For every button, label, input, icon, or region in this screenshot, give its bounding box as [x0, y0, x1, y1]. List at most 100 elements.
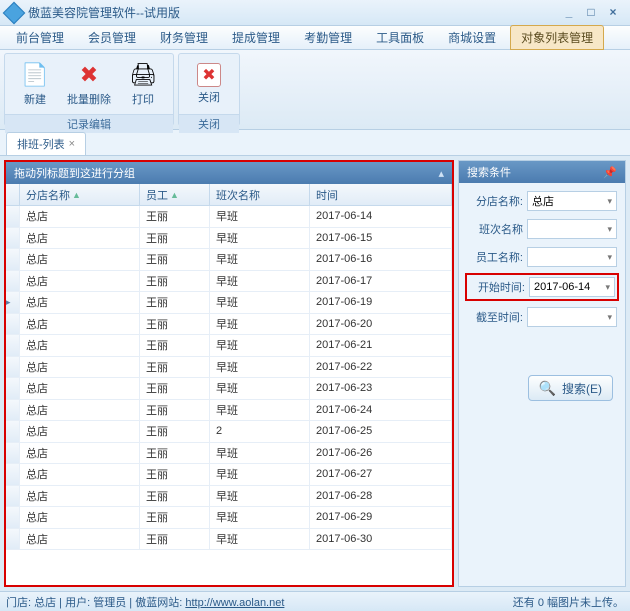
table-row[interactable]: 总店王丽早班2017-06-29 [6, 507, 452, 529]
cell: 总店 [20, 271, 140, 292]
menu-item[interactable]: 工具面板 [366, 26, 434, 49]
chevron-down-icon: ▾ [607, 196, 612, 207]
menu-item[interactable]: 财务管理 [150, 26, 218, 49]
table-row[interactable]: 总店王丽早班2017-06-28 [6, 486, 452, 508]
cell: 2017-06-21 [310, 335, 452, 356]
table-row[interactable]: 总店王丽早班2017-06-15 [6, 228, 452, 250]
status-left: 门店: 总店 | 用户: 管理员 | 傲蓝网站: http://www.aola… [6, 594, 284, 610]
shift-select[interactable]: ▾ [527, 219, 617, 239]
row-indicator [6, 335, 20, 356]
ribbon-button-label: 新建 [24, 91, 46, 107]
cell: 总店 [20, 249, 140, 270]
maximize-button[interactable]: □ [580, 5, 602, 21]
table-row[interactable]: 总店王丽早班2017-06-17 [6, 271, 452, 293]
cell: 早班 [210, 486, 310, 507]
website-link[interactable]: http://www.aolan.net [185, 597, 284, 609]
grid-body[interactable]: 总店王丽早班2017-06-14总店王丽早班2017-06-15总店王丽早班20… [6, 206, 452, 585]
row-indicator [6, 378, 20, 399]
cell: 早班 [210, 507, 310, 528]
table-row[interactable]: 总店王丽22017-06-25 [6, 421, 452, 443]
field-label: 分店名称: [467, 193, 523, 209]
cell: 王丽 [140, 378, 210, 399]
table-row[interactable]: 总店王丽早班2017-06-30 [6, 529, 452, 551]
ribbon-button-label: 关闭 [198, 89, 220, 105]
cell: 总店 [20, 400, 140, 421]
row-indicator [6, 271, 20, 292]
table-row[interactable]: 总店王丽早班2017-06-14 [6, 206, 452, 228]
cell: 早班 [210, 314, 310, 335]
field-store: 分店名称: 总店▾ [467, 191, 617, 211]
minimize-button[interactable]: _ [558, 5, 580, 21]
field-label: 员工名称: [467, 249, 523, 265]
table-row[interactable]: 总店王丽早班2017-06-26 [6, 443, 452, 465]
cell: 2017-06-16 [310, 249, 452, 270]
cell: 王丽 [140, 400, 210, 421]
cell: 总店 [20, 335, 140, 356]
sort-asc-icon: ▲ [72, 190, 81, 200]
menu-item[interactable]: 提成管理 [222, 26, 290, 49]
cell: 早班 [210, 249, 310, 270]
status-right: 还有 0 幅图片未上传。 [513, 594, 624, 610]
row-indicator [6, 249, 20, 270]
cell: 王丽 [140, 292, 210, 313]
search-button[interactable]: 🔍 搜索(E) [528, 375, 613, 401]
ribbon-group-label: 记录编辑 [5, 114, 173, 133]
menu-item[interactable]: 会员管理 [78, 26, 146, 49]
pin-icon[interactable]: 📌 [603, 166, 617, 179]
batch-del-button[interactable]: ✖批量删除 [65, 56, 113, 112]
store-select[interactable]: 总店▾ [527, 191, 617, 211]
menu-item[interactable]: 前台管理 [6, 26, 74, 49]
close-window-button[interactable]: × [602, 5, 624, 21]
column-header-store[interactable]: 分店名称▲ [20, 184, 140, 205]
table-row[interactable]: 总店王丽早班2017-06-16 [6, 249, 452, 271]
cell: 王丽 [140, 357, 210, 378]
table-row[interactable]: 总店王丽早班2017-06-20 [6, 314, 452, 336]
row-indicator [6, 292, 20, 313]
grid-header: 分店名称▲ 员工▲ 班次名称 时间 [6, 184, 452, 206]
print-button[interactable]: 🖨打印 [119, 56, 167, 112]
close-icon[interactable]: × [69, 138, 75, 150]
search-icon: 🔍 [539, 380, 556, 397]
column-header-shift[interactable]: 班次名称 [210, 184, 310, 205]
cell: 2017-06-14 [310, 206, 452, 227]
menu-item[interactable]: 商城设置 [438, 26, 506, 49]
table-row[interactable]: 总店王丽早班2017-06-22 [6, 357, 452, 379]
table-row[interactable]: 总店王丽早班2017-06-19 [6, 292, 452, 314]
cell: 2017-06-30 [310, 529, 452, 550]
field-label: 班次名称 [467, 221, 523, 237]
field-shift: 班次名称 ▾ [467, 219, 617, 239]
cell: 2017-06-23 [310, 378, 452, 399]
cell: 王丽 [140, 421, 210, 442]
group-by-bar[interactable]: 拖动列标题到这进行分组 ▴ [6, 162, 452, 184]
table-row[interactable]: 总店王丽早班2017-06-21 [6, 335, 452, 357]
end-date-picker[interactable]: ▾ [527, 307, 617, 327]
cell: 王丽 [140, 443, 210, 464]
column-header-date[interactable]: 时间 [310, 184, 452, 205]
start-date-picker[interactable]: 2017-06-14▾ [529, 277, 615, 297]
cell: 总店 [20, 421, 140, 442]
print-icon: 🖨 [129, 61, 157, 89]
chevron-down-icon: ▾ [605, 282, 610, 293]
cell: 王丽 [140, 507, 210, 528]
app-icon [3, 1, 26, 24]
subtab-schedule-list[interactable]: 排班-列表 × [6, 132, 86, 155]
menu-item[interactable]: 考勤管理 [294, 26, 362, 49]
search-button-label: 搜索(E) [562, 380, 602, 397]
table-row[interactable]: 总店王丽早班2017-06-24 [6, 400, 452, 422]
table-row[interactable]: 总店王丽早班2017-06-27 [6, 464, 452, 486]
row-indicator [6, 421, 20, 442]
new-button[interactable]: 📄新建 [11, 56, 59, 112]
subtab-bar: 排班-列表 × [0, 130, 630, 156]
employee-select[interactable]: ▾ [527, 247, 617, 267]
cell: 2017-06-25 [310, 421, 452, 442]
table-row[interactable]: 总店王丽早班2017-06-23 [6, 378, 452, 400]
collapse-icon[interactable]: ▴ [438, 167, 444, 180]
cell: 王丽 [140, 464, 210, 485]
chevron-down-icon: ▾ [607, 224, 612, 235]
column-header-employee[interactable]: 员工▲ [140, 184, 210, 205]
cell: 王丽 [140, 486, 210, 507]
cell: 总店 [20, 292, 140, 313]
menu-item[interactable]: 对象列表管理 [510, 25, 604, 50]
close-button[interactable]: ✖关闭 [185, 56, 233, 112]
row-indicator-header [6, 184, 20, 205]
